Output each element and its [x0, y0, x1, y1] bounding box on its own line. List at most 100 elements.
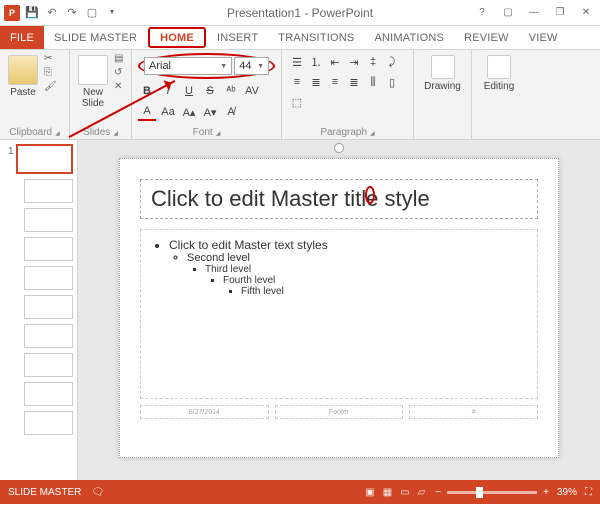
- change-case-button[interactable]: Aa: [159, 103, 177, 121]
- layout-thumbnail[interactable]: [24, 324, 73, 348]
- layout-thumbnail[interactable]: [24, 411, 73, 435]
- align-text-button[interactable]: ▯: [383, 73, 401, 91]
- zoom-out-button[interactable]: −: [435, 487, 441, 498]
- layout-thumbnail[interactable]: [24, 179, 73, 203]
- save-icon[interactable]: 💾: [24, 5, 40, 21]
- comments-icon[interactable]: 🗨: [91, 487, 104, 498]
- clipboard-group-label: Clipboard: [0, 127, 69, 138]
- reading-view-icon[interactable]: ▭: [400, 487, 409, 498]
- justify-button[interactable]: ≣: [345, 73, 363, 91]
- master-slide[interactable]: Click to edit Master title style Click t…: [119, 158, 559, 458]
- strikethrough-button[interactable]: S: [201, 82, 219, 100]
- font-color-button[interactable]: A: [138, 103, 156, 121]
- zoom-slider[interactable]: [447, 491, 537, 494]
- editing-button[interactable]: Editing: [478, 53, 520, 94]
- qat-dropdown-icon[interactable]: ▼: [104, 5, 120, 21]
- restore-button[interactable]: ❐: [548, 3, 572, 23]
- layout-thumbnail[interactable]: [24, 208, 73, 232]
- tab-transitions[interactable]: TRANSITIONS: [268, 26, 364, 49]
- close-button[interactable]: ✕: [574, 3, 598, 23]
- tab-animations[interactable]: ANIMATIONS: [364, 26, 454, 49]
- tab-slide-master[interactable]: SLIDE MASTER: [44, 26, 147, 49]
- font-size-select[interactable]: 44 ▼: [234, 57, 269, 75]
- list-item: Third level: [205, 264, 525, 275]
- tab-review[interactable]: REVIEW: [454, 26, 519, 49]
- layout-thumbnail[interactable]: [24, 266, 73, 290]
- columns-button[interactable]: ⫼: [364, 73, 382, 91]
- list-item: Second level: [187, 252, 525, 264]
- align-center-button[interactable]: ≣: [307, 73, 325, 91]
- chevron-down-icon: ▼: [257, 63, 264, 70]
- font-name-value: Arial: [149, 60, 171, 72]
- zoom-in-button[interactable]: +: [543, 487, 549, 498]
- align-right-button[interactable]: ≡: [326, 73, 344, 91]
- text-direction-button[interactable]: ⤸: [383, 53, 401, 71]
- fit-window-icon[interactable]: ⛶: [585, 487, 592, 498]
- drawing-button[interactable]: Drawing: [420, 53, 465, 94]
- rotate-handle[interactable]: [334, 143, 344, 153]
- app-icon: P: [4, 5, 20, 21]
- paragraph-group-label: Paragraph: [282, 127, 413, 138]
- new-slide-icon: [78, 55, 108, 85]
- slide-sorter-icon[interactable]: ▦: [383, 487, 392, 498]
- shrink-font-button[interactable]: A▾: [201, 103, 219, 121]
- list-item: Fourth level: [223, 275, 525, 286]
- align-left-button[interactable]: ≡: [288, 73, 306, 91]
- format-painter-icon[interactable]: 🖌: [44, 81, 57, 92]
- slideshow-view-icon[interactable]: ▱: [418, 487, 426, 498]
- status-mode: SLIDE MASTER: [8, 487, 81, 498]
- delete-icon[interactable]: ✕: [114, 81, 123, 92]
- chevron-down-icon: ▼: [220, 63, 227, 70]
- clear-format-button[interactable]: A̸: [222, 103, 240, 121]
- layout-thumbnail[interactable]: [24, 295, 73, 319]
- status-bar: SLIDE MASTER 🗨 ▣ ▦ ▭ ▱ − + 39% ⛶: [0, 480, 600, 504]
- help-icon[interactable]: ?: [470, 3, 494, 23]
- font-size-value: 44: [239, 60, 251, 72]
- redo-icon[interactable]: ↷: [64, 5, 80, 21]
- start-slideshow-icon[interactable]: ▢: [84, 5, 100, 21]
- line-spacing-button[interactable]: ‡: [364, 53, 382, 71]
- increase-indent-button[interactable]: ⇥: [345, 53, 363, 71]
- list-item: Click to edit Master text styles: [169, 238, 525, 252]
- title-placeholder[interactable]: Click to edit Master title style: [140, 179, 538, 219]
- paste-button[interactable]: Paste: [6, 53, 40, 100]
- bullets-button[interactable]: ☰: [288, 53, 306, 71]
- new-slide-button[interactable]: New Slide: [76, 53, 110, 111]
- cut-icon[interactable]: ✂: [44, 53, 57, 64]
- layout-thumbnail[interactable]: [24, 353, 73, 377]
- font-group-label: Font: [132, 127, 281, 138]
- annotation-cursor-circle: [365, 186, 375, 204]
- decrease-indent-button[interactable]: ⇤: [326, 53, 344, 71]
- slide-canvas[interactable]: Click to edit Master title style Click t…: [78, 140, 600, 480]
- underline-button[interactable]: U: [180, 82, 198, 100]
- layout-thumbnail[interactable]: [24, 237, 73, 261]
- zoom-value[interactable]: 39%: [557, 487, 577, 498]
- footer-placeholder[interactable]: Footer: [275, 405, 404, 419]
- slide-master-thumbnail[interactable]: 1: [16, 144, 73, 174]
- ribbon-options-icon[interactable]: ▢: [496, 3, 520, 23]
- grow-font-button[interactable]: A▴: [180, 103, 198, 121]
- tab-view[interactable]: VIEW: [519, 26, 568, 49]
- normal-view-icon[interactable]: ▣: [365, 487, 374, 498]
- ribbon-tabs: FILE SLIDE MASTER HOME INSERT TRANSITION…: [0, 26, 600, 50]
- slide-number-placeholder[interactable]: #: [409, 405, 538, 419]
- char-spacing-button[interactable]: AV: [243, 82, 261, 100]
- shadow-button[interactable]: ᴬᵇ: [222, 82, 240, 100]
- copy-icon[interactable]: ⎘: [44, 67, 57, 78]
- paste-icon: [8, 55, 38, 85]
- tab-home[interactable]: HOME: [148, 27, 206, 48]
- date-placeholder[interactable]: 8/27/2014: [140, 405, 269, 419]
- editing-icon: [487, 55, 511, 79]
- numbering-button[interactable]: ⒈: [307, 53, 325, 71]
- minimize-button[interactable]: —: [522, 3, 546, 23]
- tab-insert[interactable]: INSERT: [207, 26, 268, 49]
- body-placeholder[interactable]: Click to edit Master text styles Second …: [140, 229, 538, 399]
- convert-smartart-button[interactable]: ⬚: [288, 93, 306, 111]
- layout-thumbnail[interactable]: [24, 382, 73, 406]
- undo-icon[interactable]: ↶: [44, 5, 60, 21]
- font-name-select[interactable]: Arial ▼: [144, 57, 232, 75]
- tab-file[interactable]: FILE: [0, 26, 44, 49]
- thumb-number: 1: [8, 146, 14, 157]
- reset-icon[interactable]: ↺: [114, 67, 123, 78]
- layout-icon[interactable]: ▤: [114, 53, 123, 64]
